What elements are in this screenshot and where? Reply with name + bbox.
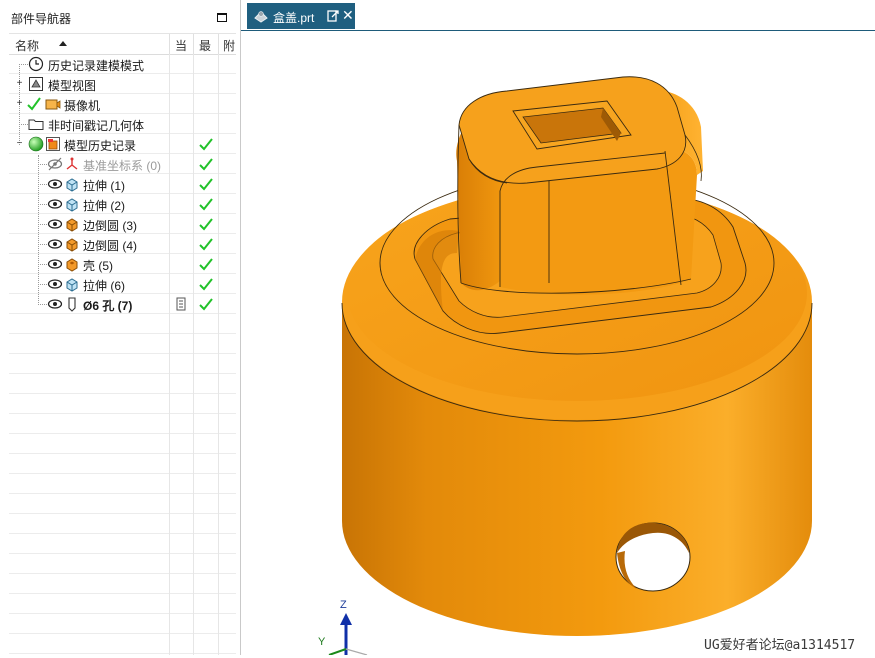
tree-row-label: 边倒圆 (3): [83, 219, 138, 233]
checkmark-icon: [199, 178, 213, 191]
tree-row-label: 历史记录建模模式: [48, 59, 145, 73]
tree-row-label: 壳 (5): [83, 259, 114, 273]
eye-icon[interactable]: [47, 276, 63, 292]
edge-blend-icon: [66, 218, 78, 232]
shell-icon: [66, 258, 78, 272]
document-tab[interactable]: 盒盖.prt ✕: [247, 3, 355, 29]
checkmark-icon: [27, 97, 41, 111]
watermark-text: UG爱好者论坛@a1314517: [704, 638, 856, 653]
edge-blend-icon: [66, 238, 78, 252]
part-file-icon: [254, 11, 268, 23]
document-tab-bar: 盒盖.prt ✕: [241, 0, 875, 31]
camera-icon: [45, 99, 61, 110]
attachment-icon: [176, 297, 186, 311]
axis-z-label: Z: [340, 599, 347, 611]
tree-row-shell-5[interactable]: 壳 (5): [9, 254, 236, 274]
column-divider[interactable]: [218, 34, 219, 54]
navigator-title-bar: 部件导航器: [0, 6, 240, 28]
clock-icon: [28, 56, 44, 72]
column-latest-header[interactable]: 最: [199, 37, 211, 54]
tree-row-datum-csys[interactable]: 基准坐标系 (0): [9, 154, 236, 174]
tree-row-label: 拉伸 (6): [83, 279, 126, 293]
tree-row-edge-blend-3[interactable]: 边倒圆 (3): [9, 214, 236, 234]
status-green-ball-icon: [28, 136, 44, 152]
graphics-viewport[interactable]: [245, 31, 875, 656]
tree-row-label: 基准坐标系 (0): [83, 159, 162, 173]
tree-row-edge-blend-4[interactable]: 边倒圆 (4): [9, 234, 236, 254]
eye-icon[interactable]: [47, 236, 63, 252]
datum-csys-icon: [66, 157, 78, 170]
close-tab-icon[interactable]: ✕: [342, 7, 354, 24]
tab-label: 盒盖.prt: [273, 11, 315, 25]
tree-row-label: 非时间戳记几何体: [48, 119, 145, 133]
maximize-icon[interactable]: [217, 13, 227, 22]
sort-ascending-icon[interactable]: [59, 41, 67, 46]
tree-row-label: 模型历史记录: [64, 139, 137, 153]
tree-row-model-history[interactable]: − 模型历史记录: [9, 134, 236, 154]
tree-row-label: 拉伸 (2): [83, 199, 126, 213]
eye-icon[interactable]: [47, 196, 63, 212]
tree-row-cameras[interactable]: + 摄像机: [9, 94, 236, 114]
extrude-icon: [66, 198, 78, 212]
eye-icon[interactable]: [47, 216, 63, 232]
folder-icon: [28, 119, 44, 130]
column-divider[interactable]: [193, 34, 194, 54]
column-name-header[interactable]: 名称: [15, 37, 39, 54]
extrude-icon: [66, 278, 78, 292]
tree-row-extrude-1[interactable]: 拉伸 (1): [9, 174, 236, 194]
extrude-icon: [66, 178, 78, 192]
tree-row-history-mode[interactable]: 历史记录建模模式: [9, 54, 236, 74]
tree-row-model-views[interactable]: + 模型视图: [9, 74, 236, 94]
checkmark-icon: [199, 278, 213, 291]
hidden-eye-icon[interactable]: [47, 156, 63, 172]
checkmark-icon: [199, 158, 213, 171]
tree-row-label: Ø6 孔 (7): [83, 299, 133, 313]
part-model-3d: [328, 76, 813, 656]
checkmark-icon: [199, 238, 213, 251]
checkmark-icon: [199, 138, 213, 151]
axis-y-label: Y: [318, 636, 326, 648]
column-divider[interactable]: [169, 34, 170, 54]
column-current-header[interactable]: 当: [175, 37, 187, 54]
eye-icon[interactable]: [47, 296, 63, 312]
checkmark-icon: [199, 258, 213, 271]
part-navigator-panel: 部件导航器 名称 当 最 附 历史记录建模模式 + 模型视图 + 摄像机 非时间…: [0, 0, 241, 655]
tree-row-extrude-2[interactable]: 拉伸 (2): [9, 194, 236, 214]
model-view-icon: [29, 77, 43, 91]
detach-tab-icon[interactable]: [327, 9, 339, 23]
tree-row-non-timestamp-geometry[interactable]: 非时间戳记几何体: [9, 114, 236, 134]
column-attach-header[interactable]: 附: [223, 37, 235, 54]
tree-row-hole-7[interactable]: Ø6 孔 (7): [9, 294, 236, 314]
collapse-icon[interactable]: −: [16, 139, 23, 149]
navigator-title: 部件导航器: [11, 12, 72, 26]
expand-icon[interactable]: +: [16, 99, 23, 109]
tree-row-label: 拉伸 (1): [83, 179, 126, 193]
eye-icon[interactable]: [47, 256, 63, 272]
hole-icon: [68, 297, 76, 312]
eye-icon[interactable]: [47, 176, 63, 192]
column-header: 名称 当 最 附: [9, 33, 236, 55]
tree-row-label: 边倒圆 (4): [83, 239, 138, 253]
model-history-icon: [46, 137, 60, 151]
expand-icon[interactable]: +: [16, 79, 23, 89]
tree-row-label: 模型视图: [48, 79, 97, 93]
checkmark-icon: [199, 198, 213, 211]
tree-row-extrude-6[interactable]: 拉伸 (6): [9, 274, 236, 294]
tree-row-label: 摄像机: [64, 99, 101, 113]
checkmark-icon: [199, 218, 213, 231]
checkmark-icon: [199, 298, 213, 311]
